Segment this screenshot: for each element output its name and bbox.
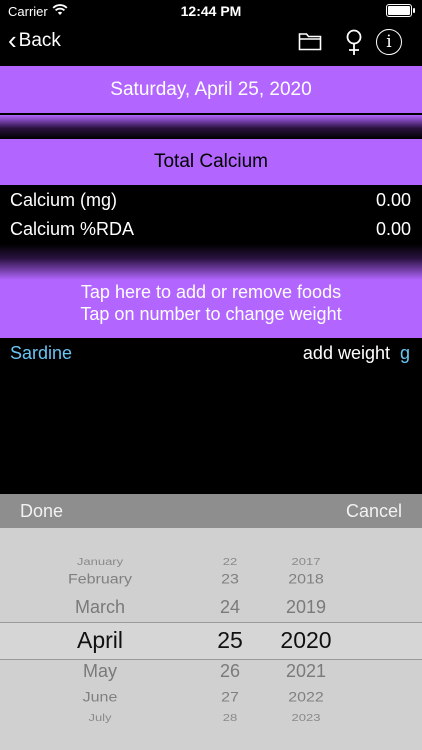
picker-day[interactable]: 26 [198,661,262,682]
picker-month[interactable]: February [40,572,160,588]
date-text: Saturday, April 25, 2020 [110,78,312,100]
picker-year-selected[interactable]: 2020 [266,627,346,654]
calcium-mg-row: Calcium (mg) 0.00 [0,186,422,215]
picker-day[interactable]: 22 [198,556,262,567]
gradient-divider [0,244,422,280]
picker-year[interactable]: 2018 [266,572,346,588]
food-row: Sardine add weight g [0,338,422,370]
picker-month-selected[interactable]: April [40,627,160,654]
add-weight-button[interactable]: add weight [303,343,390,364]
food-name[interactable]: Sardine [10,343,72,364]
gradient-divider [0,115,422,139]
picker-year[interactable]: 2023 [266,712,346,723]
row-label: Calcium (mg) [10,190,118,210]
back-button[interactable]: ‹ Back [8,25,61,55]
tap-hint-line2: Tap on number to change weight [80,304,342,324]
folder-icon[interactable] [298,31,322,56]
date-picker[interactable]: January February March April May June Ju… [0,528,422,750]
total-title: Total Calcium [153,151,269,172]
row-value: 0.00 [375,190,411,210]
venus-icon[interactable] [344,29,364,62]
picker-day-selected[interactable]: 25 [198,627,262,654]
picker-year[interactable]: 2019 [266,597,346,618]
battery-icon [386,4,415,17]
info-icon[interactable]: i [376,29,402,55]
clock: 12:44 PM [180,3,242,19]
picker-year[interactable]: 2021 [266,661,346,682]
picker-day[interactable]: 27 [198,690,262,706]
nav-bar: ‹ Back i [0,22,422,66]
tap-hint-line1: Tap here to add or remove foods [80,282,342,302]
calcium-rda-row: Calcium %RDA 0.00 [0,215,422,244]
picker-month[interactable]: March [40,597,160,618]
picker-toolbar: Done Cancel [0,494,422,528]
picker-year[interactable]: 2022 [266,690,346,706]
add-remove-foods-button[interactable]: Tap here to add or remove foods Tap on n… [0,280,422,338]
picker-day[interactable]: 24 [198,597,262,618]
row-label: Calcium %RDA [10,219,135,239]
picker-month[interactable]: May [40,661,160,682]
picker-day[interactable]: 28 [198,712,262,723]
total-header: Total Calcium [0,139,422,185]
cancel-button[interactable]: Cancel [346,501,402,522]
picker-month[interactable]: June [40,690,160,706]
back-label: Back [18,30,61,51]
picker-year[interactable]: 2017 [266,556,346,567]
chevron-left-icon: ‹ [8,25,17,55]
done-button[interactable]: Done [20,501,63,522]
unit-label[interactable]: g [400,343,410,364]
picker-day[interactable]: 23 [198,572,262,588]
picker-month[interactable]: July [40,712,160,723]
status-bar: Carrier 12:44 PM [0,0,422,22]
row-value: 0.00 [375,219,411,239]
picker-month[interactable]: January [40,556,160,567]
date-bar[interactable]: Saturday, April 25, 2020 [0,66,422,113]
